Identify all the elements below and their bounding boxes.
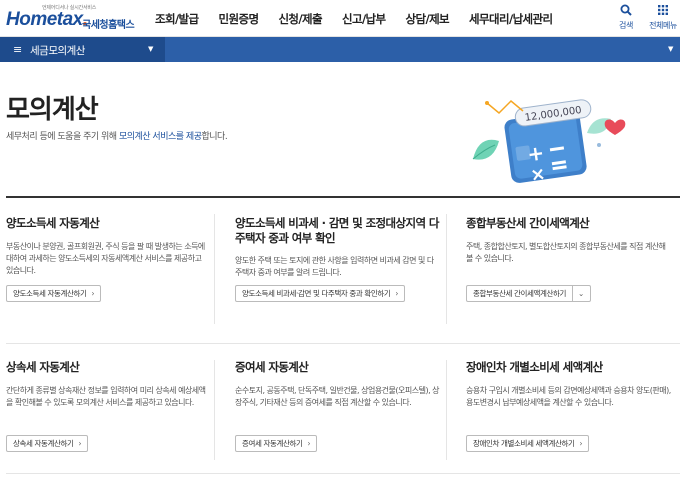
expand-caret-icon[interactable]: ▼ <box>668 45 673 53</box>
card-gift-tax: 증여세 자동계산 순수토지, 공동주택, 단독주택, 일반건물, 상업용건물(오… <box>235 360 440 409</box>
disabled-vehicle-calc-button[interactable]: 장애인차 개별소비세 세액계산하기 › <box>466 435 590 452</box>
card-comprehensive-real-estate-tax: 종합부동산세 간이세액계산 주택, 종합합산토지, 별도합산토지의 종합부동산세… <box>466 216 671 265</box>
card-disabled-vehicle-tax: 장애인차 개별소비세 세액계산 승용차 구입시 개별소비세 등의 감면예상세액과… <box>466 360 671 409</box>
search-button[interactable]: 검색 <box>609 4 643 31</box>
inheritance-calc-button[interactable]: 상속세 자동계산하기 › <box>6 435 89 452</box>
chevron-right-icon: › <box>307 439 311 448</box>
card-description: 순수토지, 공동주택, 단독주택, 일반건물, 상업용건물(오피스텔), 상장주… <box>235 386 440 407</box>
grid-menu-icon <box>646 4 680 18</box>
search-label: 검색 <box>619 21 633 30</box>
nav-tax-agent[interactable]: 세무대리/납세관리 <box>469 11 553 27</box>
card-description: 주택, 종합합산토지, 별도합산토지의 종합부동산세를 직접 계산해 볼 수 있… <box>466 242 666 263</box>
logo-brand: Hometax. <box>6 9 88 30</box>
nav-civil-certificates[interactable]: 민원증명 <box>219 11 260 27</box>
menubar-title: 세금모의계산 <box>30 45 85 57</box>
hamburger-icon: ≡ <box>13 43 23 56</box>
all-menu-label: 전체메뉴 <box>649 21 677 30</box>
nav-inquiry-issuance[interactable]: 조회/발급 <box>155 11 199 27</box>
exemption-check-button[interactable]: 양도소득세 비과세·감면 및 다주택자 중과 확인하기 › <box>235 285 406 302</box>
column-divider <box>446 360 447 460</box>
section-divider <box>6 196 680 198</box>
card-title: 상속세 자동계산 <box>6 360 80 374</box>
card-description: 승용차 구입시 개별소비세 등의 감면예상세액과 승용차 양도(판매), 용도변… <box>466 386 671 407</box>
card-inheritance-tax: 상속세 자동계산 간단하게 종류별 상속재산 정보를 입력하여 미리 상속세 예… <box>6 360 206 409</box>
menu-dropdown[interactable]: ≡ 세금모의계산 ▼ <box>0 37 165 62</box>
all-menu-button[interactable]: 전체메뉴 <box>646 4 680 31</box>
capital-gains-calc-button[interactable]: 양도소득세 자동계산하기 › <box>6 285 102 302</box>
page-title: 모의계산 <box>6 95 99 125</box>
card-title: 양도소득세 비과세 · 감면 및 조정대상지역 다주택자 중과 여부 확인 <box>235 216 439 245</box>
card-title: 장애인차 개별소비세 세액계산 <box>466 360 603 374</box>
main-nav: 조회/발급 민원증명 신청/제출 신고/납부 상담/제보 세무대리/납세관리 <box>155 11 573 27</box>
svg-text:×: × <box>529 163 547 183</box>
chevron-down-icon: ⌄ <box>571 286 584 301</box>
card-capital-gains-exemption: 양도소득세 비과세 · 감면 및 조정대상지역 다주택자 중과 여부 확인 양도… <box>235 216 440 279</box>
logo-korean-name: 국세청홈택스 <box>82 20 135 31</box>
real-estate-tax-select[interactable]: 종합부동산세 간이세액계산하기 ⌄ <box>466 285 591 302</box>
page-description: 세무처리 등에 도움을 주기 위해 모의계산 서비스를 제공합니다. <box>6 132 228 142</box>
card-capital-gains-tax: 양도소득세 자동계산 부동산이나 분양권, 골프회원권, 주식 등을 팔 때 발… <box>6 216 206 277</box>
hometax-logo[interactable]: 언제어디서나 실시간서비스 Hometax. 국세청홈택스 <box>6 4 136 34</box>
calculator-illustration: + × 12,000,000 <box>465 93 635 186</box>
chevron-right-icon: › <box>78 439 82 448</box>
top-header: 언제어디서나 실시간서비스 Hometax. 국세청홈택스 조회/발급 민원증명… <box>0 0 680 37</box>
card-description: 양도한 주택 또는 토지에 관한 사항을 입력하면 비과세 감면 및 다주택자 … <box>235 256 434 277</box>
sub-menubar: ≡ 세금모의계산 ▼ ▼ <box>0 37 680 62</box>
column-divider <box>214 214 215 324</box>
chevron-right-icon: › <box>395 289 399 298</box>
gift-tax-calc-button[interactable]: 증여세 자동계산하기 › <box>235 435 318 452</box>
card-title: 증여세 자동계산 <box>235 360 309 374</box>
nav-application-submission[interactable]: 신청/제출 <box>278 11 322 27</box>
chevron-right-icon: › <box>579 439 583 448</box>
row-divider <box>6 473 680 474</box>
card-description: 부동산이나 분양권, 골프회원권, 주식 등을 팔 때 발생하는 소득에 대하여… <box>6 242 205 275</box>
chevron-right-icon: › <box>91 289 95 298</box>
nav-consult-report[interactable]: 상담/제보 <box>406 11 450 27</box>
card-description: 간단하게 종류별 상속재산 정보를 입력하여 미리 상속세 예상세액을 확인해볼… <box>6 386 206 407</box>
row-divider <box>6 343 680 344</box>
column-divider <box>214 360 215 460</box>
column-divider <box>446 214 447 324</box>
nav-filing-payment[interactable]: 신고/납부 <box>342 11 386 27</box>
search-icon <box>609 4 643 18</box>
caret-down-icon: ▼ <box>148 45 154 53</box>
card-title: 양도소득세 자동계산 <box>6 216 100 230</box>
card-title: 종합부동산세 간이세액계산 <box>466 216 590 230</box>
